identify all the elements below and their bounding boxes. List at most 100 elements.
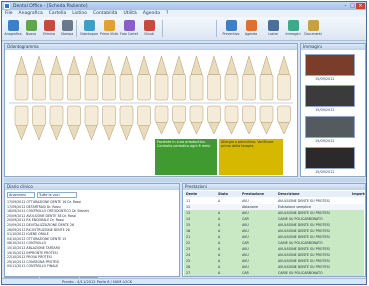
tooth[interactable] (32, 105, 46, 141)
clinical-note-green[interactable]: Paziente in cura ortodontica. Controllo … (155, 139, 217, 175)
history-row[interactable]: 01/10/2012 IGIENE ORALE (7, 232, 49, 236)
tooth[interactable] (119, 55, 134, 101)
history-row[interactable]: 22/10/2012 PROVA PROTESI (7, 255, 52, 259)
tooth[interactable] (102, 105, 116, 141)
tooth[interactable] (277, 105, 291, 135)
menu-item[interactable]: File (5, 11, 13, 16)
toolbar-button[interactable]: Stampa (58, 19, 76, 39)
toolbar-button[interactable]: Odontogramma (80, 19, 98, 39)
history-row[interactable]: 26/09/2012 RICOSTRUZIONE DENTE 26 (7, 228, 70, 232)
history-row[interactable]: 04/10/2012 OTTURAZIONE DENTE 15 (7, 237, 66, 241)
menu-item[interactable]: Listino (72, 11, 87, 16)
toolbar-button[interactable]: Anagrafica (4, 19, 22, 39)
tooth[interactable] (32, 55, 46, 101)
toolbar-button-label: Agenda (244, 32, 258, 36)
tooth[interactable] (172, 55, 186, 101)
image-thumbnail[interactable] (305, 54, 355, 76)
toolbar-button[interactable]: Foto Cartella (120, 19, 138, 39)
tooth[interactable] (224, 105, 239, 135)
document-icon (307, 20, 319, 31)
history-row[interactable]: 18/09/2012 CONTROLLO ORTODONTICO Dr. Bia… (7, 209, 89, 213)
menu-item[interactable]: ? (166, 11, 168, 16)
image-thumbnail[interactable] (305, 147, 355, 169)
toolbar-button-label: Odontogramma (80, 32, 98, 36)
tooth[interactable] (49, 55, 64, 101)
tooth[interactable] (207, 105, 221, 135)
tooth[interactable] (84, 105, 99, 141)
menu-item[interactable]: Contabilità (93, 11, 117, 16)
tooth[interactable] (14, 55, 29, 101)
tooth[interactable] (84, 55, 99, 101)
history-filter-value: Anamnesi (9, 193, 26, 197)
column-header[interactable]: Prestazione (242, 191, 276, 197)
image-thumbnail[interactable] (305, 116, 355, 138)
history-filter-select[interactable]: Anamnesi (7, 192, 35, 198)
menu-item[interactable]: Cartella (49, 11, 67, 16)
history-row[interactable]: 15/10/2012 ABLAZIONE TARTARO (7, 246, 60, 250)
tooth[interactable] (67, 55, 81, 101)
tooth[interactable] (154, 105, 169, 135)
image-thumbnail[interactable] (305, 85, 355, 107)
camera-icon (123, 20, 135, 31)
menu-item[interactable]: Utilità (123, 11, 136, 16)
tooth[interactable] (189, 105, 204, 135)
tooth[interactable] (172, 105, 186, 135)
table-row[interactable]: 27 A CAR CARIE SU POLICARBONATO (184, 270, 364, 276)
close-window-icon[interactable]: × (356, 3, 365, 9)
toolbar-button[interactable]: Immagini (284, 19, 302, 39)
column-header[interactable]: Descrizione (278, 191, 350, 197)
toolbar-separator (216, 20, 217, 37)
history-row[interactable]: 17/09/2012 DETARTRASI Dr. Rossi (7, 205, 61, 209)
delete-icon (43, 20, 55, 31)
image-date: 15/09/2012 (315, 139, 335, 143)
column-header[interactable]: Stato (218, 191, 240, 197)
history-row[interactable]: 17/09/2012 OTTURAZIONE DENTE 16 Dr. Ross… (7, 200, 81, 204)
toolbar-button[interactable]: Nuovo (22, 19, 40, 39)
status-text: Pronto - 4/11/2012 Porta 8 / NUM LOCK (62, 280, 133, 284)
tooth[interactable] (242, 55, 256, 101)
column-header[interactable]: Dente (186, 191, 216, 197)
toolbar-button[interactable]: Elimina (40, 19, 58, 39)
tooth[interactable] (207, 55, 221, 101)
toolbar-button[interactable]: Preventivo (222, 19, 240, 39)
column-header[interactable]: Importo (352, 191, 365, 197)
tooth[interactable] (14, 105, 29, 141)
toolbar-button[interactable]: Chiudi (140, 19, 158, 39)
tooth[interactable] (137, 105, 151, 141)
history-row[interactable]: 25/09/2012 DEVITALIZZAZIONE DENTE 26 (7, 223, 74, 227)
toolbar-button-label: Nuovo (25, 32, 37, 36)
tooth[interactable] (67, 105, 81, 141)
minimize-icon[interactable]: – (342, 3, 349, 9)
toolbar-button-label: Documenti (304, 32, 322, 36)
toolbar-button[interactable]: Prima Visita (100, 19, 118, 39)
tooth[interactable] (137, 55, 151, 101)
history-panel: Diario clinico Anamnesi Tutte le voci 17… (4, 183, 180, 277)
tooth[interactable] (189, 55, 204, 101)
history-row[interactable]: 20/09/2012 RX ENDORALE Dr. Rossi (7, 218, 64, 222)
tooth[interactable] (49, 105, 64, 141)
history-scope-select[interactable]: Tutte le voci (37, 192, 77, 198)
history-row[interactable]: 29/10/2012 CONSEGNA PROTESI (7, 260, 59, 264)
clinical-note-yellow[interactable]: Allergia a penicillina. Verificare prima… (219, 139, 283, 175)
history-row[interactable]: 20/09/2012 AVULSIONE DENTE 38 Dr. Rossi (7, 214, 76, 218)
toolbar-button[interactable]: Agenda (242, 19, 260, 39)
menu-item[interactable]: Agenda (143, 11, 160, 16)
tooth[interactable] (259, 55, 274, 101)
tooth-icon (83, 20, 95, 31)
history-row[interactable]: 08/10/2012 CONTROLLO (7, 241, 46, 245)
tooth[interactable] (224, 55, 239, 101)
maximize-icon[interactable]: □ (349, 3, 356, 9)
tooth[interactable] (102, 55, 116, 101)
toolbar-button[interactable]: Lastre (264, 19, 282, 39)
menu-item[interactable]: Anagrafica (19, 11, 43, 16)
toolbar-button[interactable]: Documenti (304, 19, 322, 39)
splitter[interactable] (4, 178, 366, 182)
history-row[interactable]: 05/11/2012 CONTROLLO FINALE (7, 264, 58, 268)
print-icon (61, 20, 73, 31)
tooth[interactable] (242, 105, 256, 135)
tooth[interactable] (277, 55, 291, 101)
tooth[interactable] (119, 105, 134, 141)
tooth[interactable] (154, 55, 169, 101)
tooth[interactable] (259, 105, 274, 135)
history-row[interactable]: 19/10/2012 IMPRONTE PROTESI (7, 251, 58, 255)
